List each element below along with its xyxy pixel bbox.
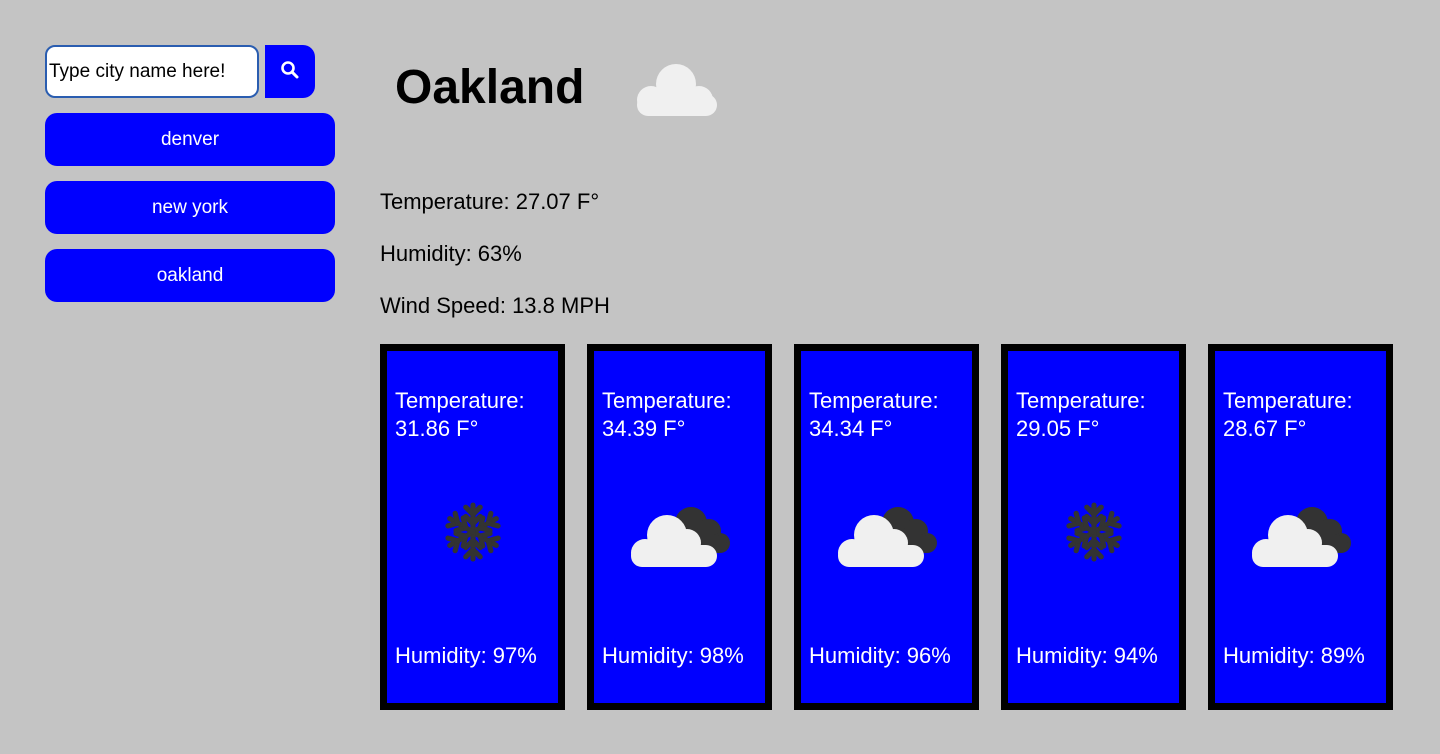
current-humidity: Humidity: 63% xyxy=(380,241,522,266)
forecast-humidity: Humidity: 97% xyxy=(395,643,537,668)
forecast-temperature-value: 31.86 F° xyxy=(395,416,479,441)
forecast-humidity: Humidity: 94% xyxy=(1016,643,1158,668)
current-wind-speed: Wind Speed: 13.8 MPH xyxy=(380,293,610,318)
forecast-temperature-value: 34.34 F° xyxy=(809,416,893,441)
current-header: Oakland xyxy=(395,45,1400,130)
forecast-temperature: Temperature: 28.67 F° xyxy=(1223,387,1353,443)
five-day-forecast: Temperature: 31.86 F° Humidity: 97% Temp… xyxy=(380,344,1393,710)
search-history: denver new york oakland xyxy=(45,113,335,302)
city-search-input[interactable] xyxy=(45,45,259,98)
snowflake-icon xyxy=(1008,501,1179,563)
cloudy-icon xyxy=(1215,501,1386,571)
forecast-humidity: Humidity: 98% xyxy=(602,643,744,668)
forecast-temperature-label: Temperature: xyxy=(809,388,939,413)
forecast-temperature: Temperature: 34.34 F° xyxy=(809,387,939,443)
forecast-temperature: Temperature: 34.39 F° xyxy=(602,387,732,443)
forecast-card: Temperature: 28.67 F° Humidity: 89% xyxy=(1208,344,1393,710)
search-button[interactable] xyxy=(265,45,315,98)
forecast-temperature-label: Temperature: xyxy=(602,388,732,413)
forecast-temperature: Temperature: 31.86 F° xyxy=(395,387,525,443)
snowflake-icon xyxy=(387,501,558,563)
history-city-button[interactable]: oakland xyxy=(45,249,335,302)
history-city-button[interactable]: denver xyxy=(45,113,335,166)
current-temperature: Temperature: 27.07 F° xyxy=(380,189,600,214)
forecast-temperature-label: Temperature: xyxy=(395,388,525,413)
forecast-card: Temperature: 34.39 F° Humidity: 98% xyxy=(587,344,772,710)
forecast-temperature: Temperature: 29.05 F° xyxy=(1016,387,1146,443)
cloudy-icon xyxy=(594,501,765,571)
search-icon xyxy=(280,60,300,83)
history-city-button[interactable]: new york xyxy=(45,181,335,234)
forecast-temperature-label: Temperature: xyxy=(1016,388,1146,413)
forecast-temperature-label: Temperature: xyxy=(1223,388,1353,413)
forecast-humidity: Humidity: 89% xyxy=(1223,643,1365,668)
forecast-temperature-value: 34.39 F° xyxy=(602,416,686,441)
search-bar xyxy=(45,45,335,98)
city-title: Oakland xyxy=(395,60,585,114)
forecast-card: Temperature: 29.05 F° Humidity: 94% xyxy=(1001,344,1186,710)
forecast-card: Temperature: 31.86 F° Humidity: 97% xyxy=(380,344,565,710)
forecast-card: Temperature: 34.34 F° Humidity: 96% xyxy=(794,344,979,710)
forecast-temperature-value: 28.67 F° xyxy=(1223,416,1307,441)
current-weather-panel: Oakland Temperature: 27.07 F° Humidity: … xyxy=(380,45,1400,710)
sidebar: denver new york oakland xyxy=(45,45,335,317)
cloud-icon xyxy=(630,60,722,125)
forecast-temperature-value: 29.05 F° xyxy=(1016,416,1100,441)
cloudy-icon xyxy=(801,501,972,571)
forecast-humidity: Humidity: 96% xyxy=(809,643,951,668)
